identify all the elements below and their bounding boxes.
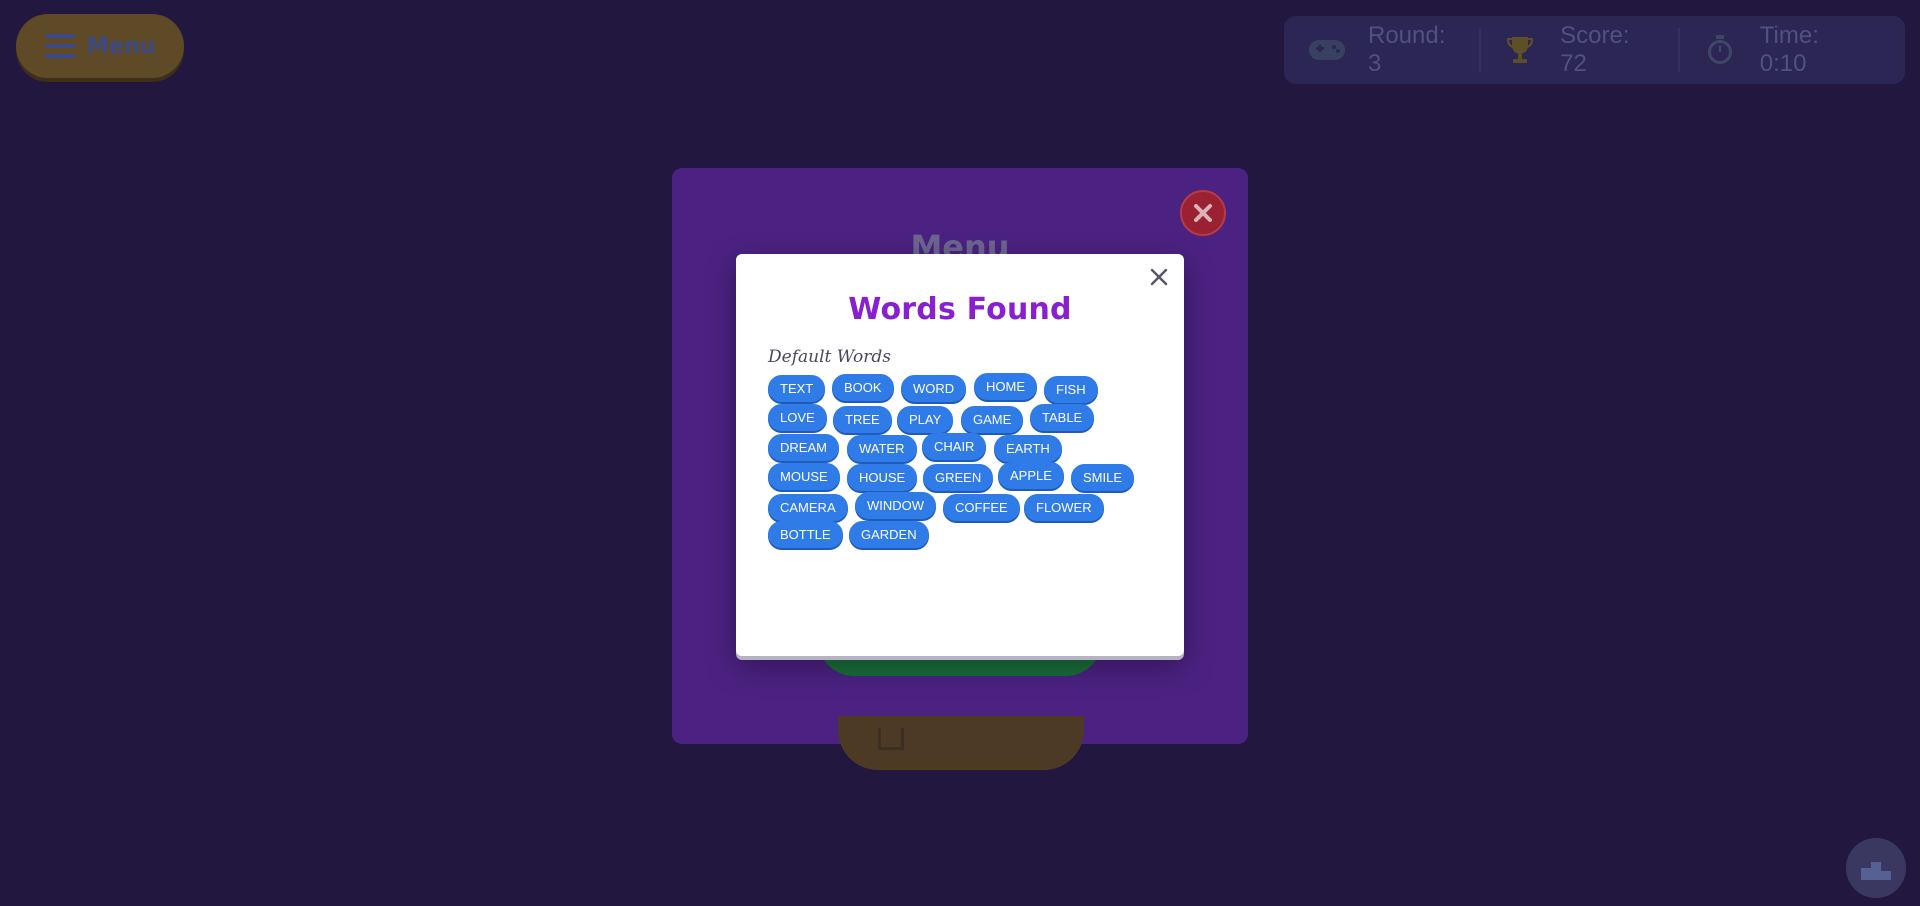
score-stat: Score: 72: [1478, 22, 1679, 77]
menu-button-label: Menu: [86, 33, 156, 59]
word-chip: FLOWER: [1024, 494, 1104, 521]
menu-button[interactable]: Menu: [16, 14, 184, 78]
word-chip: BOTTLE: [768, 521, 843, 548]
round-label: Round: 3: [1368, 22, 1446, 77]
modal-close-button[interactable]: [1146, 264, 1172, 290]
close-icon: [1150, 268, 1168, 286]
word-chip: TREE: [833, 406, 892, 433]
stopwatch-icon: [1702, 35, 1738, 65]
word-chip: MOUSE: [768, 463, 840, 490]
word-chip: PLAY: [897, 406, 954, 433]
word-chip: DREAM: [768, 434, 839, 461]
section-title-default-words: Default Words: [768, 347, 892, 367]
word-list: TEXT BOOK WORD HOME FISH LOVE TREE PLAY …: [768, 373, 1152, 605]
trophy-icon: [1503, 35, 1539, 65]
word-chip: HOUSE: [847, 464, 918, 491]
stats-bar: Round: 3 Score: 72 Time: 0:10: [1284, 16, 1905, 84]
word-chip: GAME: [961, 406, 1024, 433]
word-chip: SMILE: [1071, 464, 1135, 491]
word-chip: HOME: [974, 373, 1037, 400]
modal-title: Words Found: [848, 292, 1072, 327]
word-chip: LOVE: [768, 404, 827, 431]
podium-icon: [1861, 862, 1891, 880]
hamburger-icon: [44, 34, 75, 58]
secondary-button-icon: [878, 728, 904, 750]
menu-panel-secondary-button[interactable]: [838, 716, 1084, 770]
word-chip: EARTH: [994, 435, 1062, 462]
word-chip: COFFEE: [943, 494, 1020, 521]
word-chip: CAMERA: [768, 494, 848, 521]
time-stat: Time: 0:10: [1678, 22, 1887, 77]
word-chip: BOOK: [832, 374, 894, 401]
word-chip: FISH: [1044, 376, 1098, 403]
word-chip: GARDEN: [849, 521, 929, 548]
time-label: Time: 0:10: [1759, 22, 1819, 77]
word-chip: GREEN: [923, 464, 994, 491]
word-chip: CHAIR: [922, 433, 987, 460]
word-chip: WORD: [901, 375, 967, 402]
word-chip: WINDOW: [855, 492, 937, 519]
close-icon: [1194, 204, 1212, 222]
word-chip: APPLE: [998, 462, 1064, 489]
round-stat: Round: 3: [1302, 22, 1479, 77]
word-chip: TABLE: [1030, 404, 1095, 431]
score-label: Score: 72: [1560, 22, 1630, 77]
word-chip: TEXT: [768, 375, 826, 402]
words-found-modal: Words Found Default Words TEXT BOOK WORD…: [736, 254, 1184, 656]
menu-panel-close-button[interactable]: [1180, 190, 1226, 236]
word-chip: WATER: [847, 435, 917, 462]
leaderboard-button[interactable]: [1846, 838, 1906, 898]
gamepad-icon: [1308, 35, 1346, 65]
